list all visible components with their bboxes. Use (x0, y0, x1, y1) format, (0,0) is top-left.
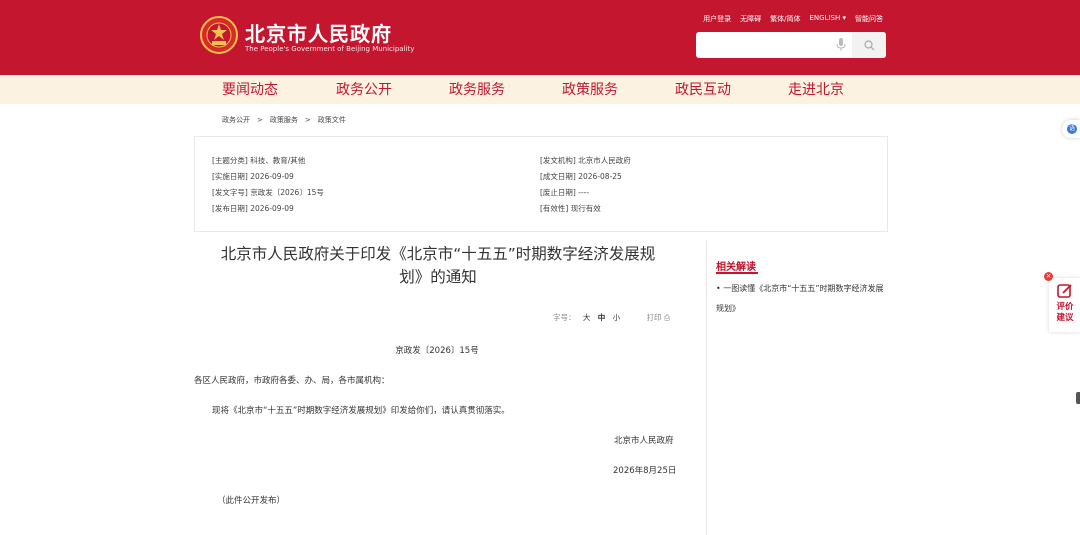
national-emblem-icon[interactable] (200, 16, 238, 54)
dropdown-arrow-icon: ▾ (842, 14, 846, 22)
breadcrumb-item[interactable]: 政策文件 (318, 116, 346, 124)
related-reading-title: 相关解读 (716, 262, 756, 273)
login-link[interactable]: 用户登录 (703, 14, 731, 24)
article-title-line: 北京市人民政府关于印发《北京市“十五五”时期数字经济发展规 (220, 245, 656, 263)
breadcrumb-item[interactable]: 政策服务 (270, 116, 298, 124)
meta-subject: [主题分类] 科技、教育/其他 (212, 156, 306, 165)
site-name-chinese[interactable]: 北京市人民政府 (245, 18, 392, 47)
document-number: 京政发〔2026〕15号 (395, 346, 479, 356)
language-float-button[interactable]: 语 (1062, 120, 1080, 138)
feedback-label: 评价建议 (1056, 302, 1074, 323)
site-header: 北京市人民政府 The People's Government of Beiji… (0, 0, 1080, 75)
meta-issuing-agency: [发文机构] 北京市人民政府 (540, 156, 631, 165)
meta-validity: [有效性] 现行有效 (540, 204, 601, 213)
english-link[interactable]: ENGLISH ▾ (809, 14, 846, 24)
smart-qa-link[interactable]: 智能问答 (855, 14, 883, 24)
article-title-line: 划》的通知 (399, 268, 477, 286)
microphone-icon[interactable] (836, 38, 846, 52)
article-tools: 字号： 大 中 小 打印 ⎙ (553, 312, 670, 323)
top-links: 用户登录 无障碍 繁体/简体 ENGLISH ▾ 智能问答 (703, 14, 883, 24)
search-box (696, 32, 886, 58)
article-publication-note: （此件公开发布） (217, 496, 286, 506)
article-salutation: 各区人民政府，市政府各委、办、局，各市属机构： (194, 376, 390, 386)
article-signature: 北京市人民政府 (614, 436, 674, 446)
edit-icon (1057, 284, 1072, 298)
site-name-english: The People's Government of Beijing Munic… (245, 45, 415, 53)
close-icon[interactable]: × (1044, 272, 1053, 281)
nav-item-news[interactable]: 要闻动态 (222, 79, 278, 99)
breadcrumb: 政务公开 > 政策服务 > 政策文件 (222, 115, 346, 125)
article-date: 2026年8月25日 (613, 466, 677, 476)
breadcrumb-separator: > (257, 116, 263, 124)
related-reading-link[interactable]: • 一图读懂《北京市“十五五”时期数字经济发展规划》 (716, 279, 886, 319)
font-size-small-button[interactable]: 小 (613, 313, 621, 322)
search-button[interactable] (852, 32, 886, 58)
nav-item-gov-services[interactable]: 政务服务 (449, 79, 505, 99)
search-icon (863, 39, 874, 50)
meta-written-date: [成文日期] 2026-08-25 (540, 172, 622, 181)
printer-icon: ⎙ (663, 313, 670, 322)
nav-item-gov-affairs-open[interactable]: 政务公开 (336, 79, 392, 99)
nav-item-interaction[interactable]: 政民互动 (675, 79, 731, 99)
meta-effective-date: [实施日期] 2026-09-09 (212, 172, 294, 181)
article-body-text: 现将《北京市“十五五”时期数字经济发展规划》印发给你们，请认真贯彻落实。 (212, 406, 510, 416)
article-title: 北京市人民政府关于印发《北京市“十五五”时期数字经济发展规 划》的通知 (196, 243, 680, 289)
feedback-widget[interactable]: 评价建议 (1049, 278, 1080, 332)
font-size-medium-button[interactable]: 中 (598, 313, 606, 322)
document-metadata: [主题分类] 科技、教育/其他 [实施日期] 2026-09-09 [发文字号]… (194, 136, 888, 232)
translate-icon: 语 (1067, 124, 1077, 134)
sidebar-divider (706, 240, 707, 535)
traditional-simplified-link[interactable]: 繁体/简体 (770, 14, 800, 24)
side-scroll-handle[interactable] (1076, 392, 1080, 404)
meta-repeal-date: [废止日期] ---- (540, 188, 590, 197)
main-nav: 要闻动态 政务公开 政务服务 政策服务 政民互动 走进北京 (0, 75, 1080, 104)
print-label: 打印 (646, 313, 662, 322)
font-size-label: 字号： (553, 313, 576, 322)
print-button[interactable]: 打印 ⎙ (647, 313, 670, 322)
nav-item-policy-services[interactable]: 政策服务 (562, 79, 618, 99)
related-reading-underline (716, 272, 758, 274)
breadcrumb-separator: > (304, 116, 311, 124)
font-size-large-button[interactable]: 大 (583, 313, 591, 322)
accessibility-link[interactable]: 无障碍 (740, 14, 761, 24)
nav-item-about-beijing[interactable]: 走进北京 (788, 79, 844, 99)
meta-publish-date: [发布日期] 2026-09-09 (212, 204, 294, 213)
breadcrumb-item[interactable]: 政务公开 (222, 116, 250, 124)
meta-doc-number: [发文字号] 京政发〔2026〕15号 (212, 188, 324, 197)
search-input[interactable] (702, 36, 834, 56)
